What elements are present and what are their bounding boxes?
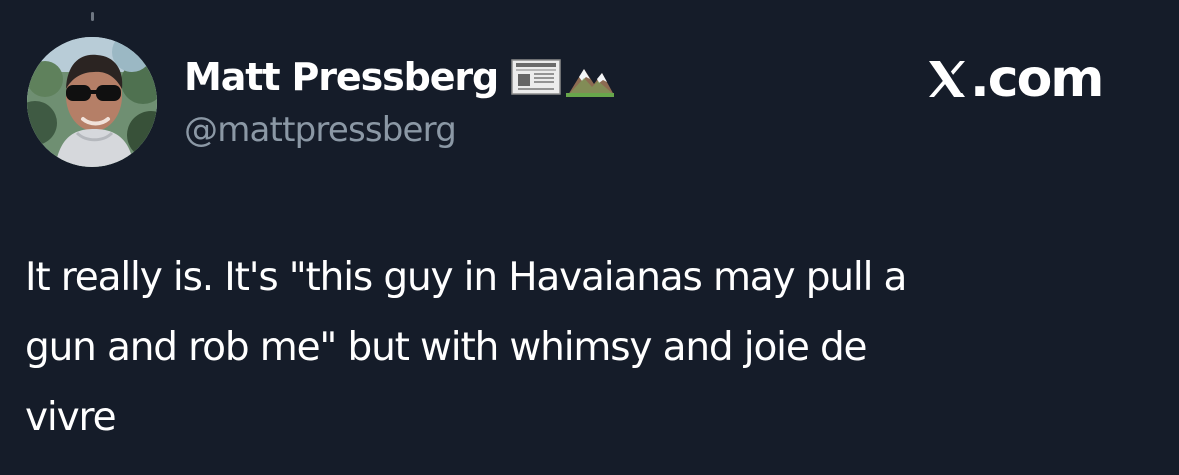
avatar[interactable] (27, 37, 157, 167)
tweet-text: It really is. It's "this guy in Havaiana… (25, 255, 907, 440)
tweet-card: Matt Pressberg @mattpressberg .com It re… (0, 0, 1179, 475)
brand-logo: .com (925, 47, 1104, 111)
divider-mark (91, 12, 94, 21)
x-logo-icon (929, 61, 965, 97)
author-name-row: Matt Pressberg (184, 51, 616, 103)
brand-text: .com (970, 49, 1104, 109)
profile-photo (27, 37, 157, 167)
user-handle[interactable]: @mattpressberg (184, 105, 457, 155)
newspaper-icon (511, 59, 561, 95)
mountain-icon (566, 69, 615, 97)
display-name[interactable]: Matt Pressberg (184, 51, 499, 103)
